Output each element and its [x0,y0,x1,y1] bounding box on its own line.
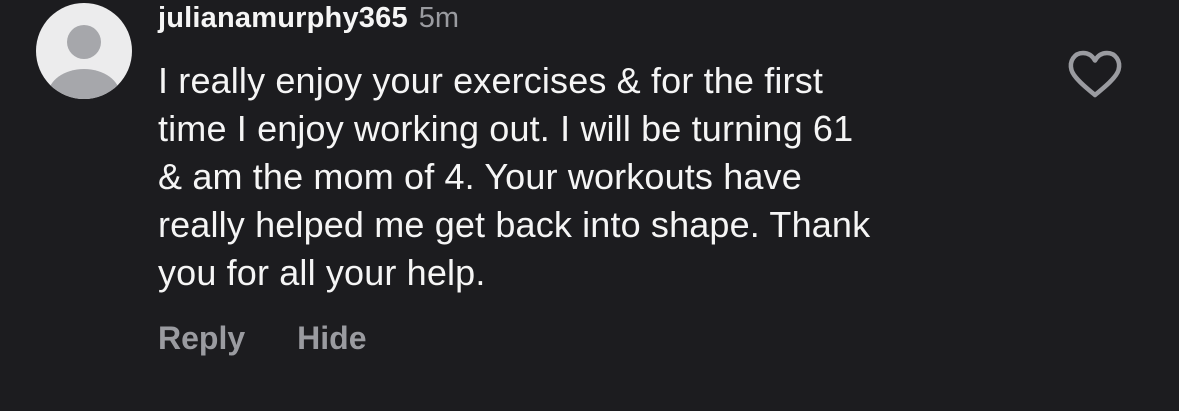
comment-item: julianamurphy365 5m I really enjoy your … [0,0,1179,411]
hide-button[interactable]: Hide [297,320,366,357]
heart-outline-icon [1068,50,1122,98]
reply-button[interactable]: Reply [158,320,245,357]
comment-actions: Reply Hide [158,320,366,357]
avatar[interactable] [36,3,132,99]
comment-header: julianamurphy365 5m [158,2,459,42]
comment-text: I really enjoy your exercises & for the … [158,57,1038,297]
comment-line: really helped me get back into shape. Th… [158,204,871,245]
username-link[interactable]: julianamurphy365 [158,2,408,35]
comment-line: time I enjoy working out. I will be turn… [158,108,854,149]
comment-timestamp: 5m [418,2,460,34]
comment-line: you for all your help. [158,252,486,293]
comment-line: & am the mom of 4. Your workouts have [158,156,802,197]
default-profile-icon [48,25,120,99]
comment-line: I really enjoy your exercises & for the … [158,60,823,101]
like-button[interactable] [1066,48,1124,100]
